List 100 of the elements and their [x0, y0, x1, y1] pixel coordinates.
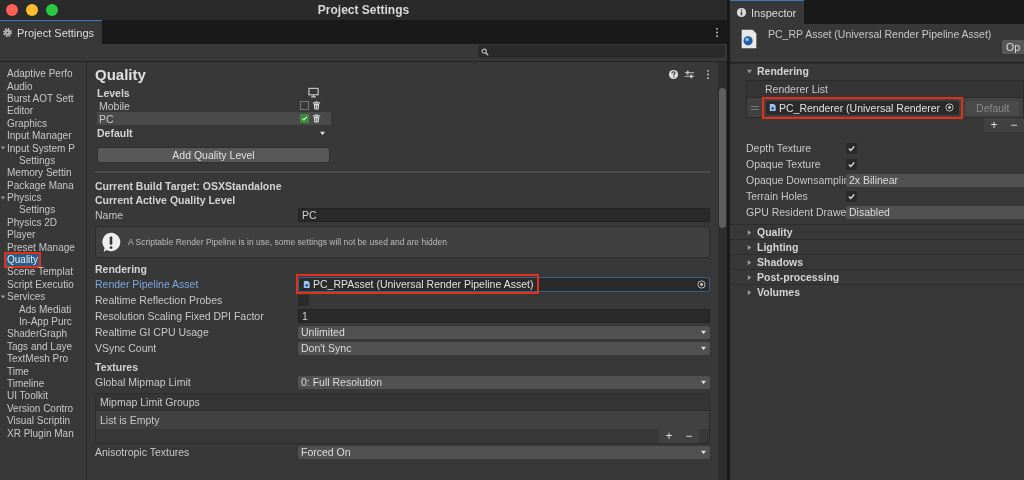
more-options-icon[interactable] — [715, 26, 719, 38]
more-options-icon[interactable] — [706, 68, 710, 80]
trash-icon[interactable] — [312, 101, 321, 110]
foldout-header[interactable]: Lighting — [730, 239, 1024, 254]
field-label: VSync Count — [95, 342, 158, 354]
field-label: Anisotropic Textures — [95, 446, 191, 458]
gear-icon — [2, 27, 13, 38]
object-picker-icon[interactable] — [697, 279, 706, 289]
sidebar-item[interactable]: Physics — [6, 192, 43, 205]
sidebar-item[interactable]: UI Toolkit — [6, 390, 49, 403]
dropdown[interactable]: Unlimited — [298, 325, 710, 339]
sidebar-item[interactable]: Package Mana — [6, 179, 75, 192]
sidebar-item[interactable]: Graphics — [6, 117, 48, 130]
minimize-window-button[interactable] — [26, 4, 38, 16]
sidebar-item[interactable]: Ads Mediati — [18, 303, 73, 316]
sidebar-item[interactable]: Timeline — [6, 377, 46, 390]
object-field[interactable]: PC_RPAsset (Universal Render Pipeline Asset) — [298, 276, 710, 292]
field-label: Resolution Scaling Fixed DPI Factor — [95, 310, 265, 322]
quality-level-row[interactable]: Mobile — [97, 99, 331, 112]
object-field-value: PC_RPAsset (Universal Render Pipeline Asset) — [313, 278, 534, 290]
expanded-triangle-icon[interactable] — [0, 194, 6, 201]
sidebar-item[interactable]: Input Manager — [6, 130, 73, 143]
sidebar-item[interactable]: Editor — [6, 105, 35, 118]
dropdown[interactable]: Disabled — [846, 205, 1024, 219]
sidebar-item[interactable]: Settings — [18, 204, 57, 217]
sidebar-item[interactable]: Visual Scriptin — [6, 415, 72, 428]
monitor-icon — [308, 87, 319, 98]
field-label: Terrain Holes — [746, 190, 809, 202]
checkbox[interactable] — [846, 142, 857, 154]
foldout-header[interactable]: Rendering — [730, 63, 1024, 78]
level-checkbox[interactable] — [300, 101, 309, 110]
inspector-tab[interactable]: Inspector — [730, 0, 805, 24]
field-label: Realtime Reflection Probes — [95, 294, 224, 306]
info-icon — [736, 7, 747, 18]
close-window-button[interactable] — [6, 4, 18, 16]
search-icon — [481, 47, 489, 56]
window-title: Project Settings — [316, 3, 411, 17]
asset-file-icon — [768, 103, 777, 112]
number-field[interactable]: 1 — [298, 309, 710, 323]
default-level-label: Default — [97, 127, 133, 139]
name-field[interactable]: PC — [298, 208, 710, 222]
trash-icon[interactable] — [312, 114, 321, 123]
sidebar-item[interactable]: Audio — [6, 80, 34, 93]
sidebar-item[interactable]: Physics 2D — [6, 216, 58, 229]
sidebar-item[interactable]: TextMesh Pro — [6, 353, 70, 366]
caret-icon — [700, 329, 707, 335]
foldout-header[interactable]: Shadows — [730, 254, 1024, 269]
sidebar-item[interactable]: Adaptive Perfo — [6, 68, 74, 81]
field-label: GPU Resident Drawe — [746, 206, 846, 218]
add-quality-level-button[interactable]: Add Quality Level — [97, 147, 330, 163]
sidebar-item[interactable]: Input System P — [6, 142, 76, 155]
checkbox[interactable] — [846, 158, 857, 170]
sliders-icon[interactable] — [684, 68, 695, 80]
sidebar-item[interactable]: Tags and Laye — [6, 340, 74, 353]
search-field[interactable] — [478, 45, 725, 58]
dropdown[interactable]: Don't Sync — [298, 341, 710, 355]
expanded-triangle-icon[interactable] — [0, 145, 6, 152]
dropdown[interactable]: Forced On — [298, 445, 710, 459]
zoom-window-button[interactable] — [46, 4, 58, 16]
foldout-header[interactable]: Quality — [730, 224, 1024, 239]
drag-handle-icon[interactable] — [751, 104, 759, 111]
add-item-button[interactable]: + — [984, 118, 1004, 132]
sidebar-item[interactable]: Version Contro — [6, 402, 75, 415]
remove-item-button[interactable]: − — [1004, 118, 1024, 132]
object-picker-icon[interactable] — [945, 103, 955, 112]
sidebar-item[interactable]: Scene Templat — [6, 266, 74, 279]
sidebar-item[interactable]: Memory Settin — [6, 167, 73, 180]
expanded-triangle-icon[interactable] — [0, 294, 6, 301]
open-button[interactable]: Op — [1002, 40, 1024, 54]
sidebar-item[interactable]: Quality — [6, 254, 40, 267]
sidebar-item[interactable]: XR Plugin Man — [6, 427, 75, 440]
caret-icon — [700, 379, 707, 385]
expanded-triangle-icon — [746, 67, 753, 75]
foldout-header[interactable]: Volumes — [730, 284, 1024, 299]
caret-icon — [700, 345, 707, 351]
checkbox[interactable] — [298, 294, 309, 306]
project-settings-tab[interactable]: Project Settings — [0, 20, 103, 44]
field-label: Name — [95, 209, 124, 221]
sidebar-item[interactable]: Script Executio — [6, 278, 75, 291]
field-label: Realtime GI CPU Usage — [95, 326, 210, 338]
sidebar-item[interactable]: Time — [6, 365, 30, 378]
foldout-header[interactable]: Post-processing — [730, 269, 1024, 284]
sidebar-item[interactable]: ShaderGraph — [6, 328, 69, 341]
quality-level-row[interactable]: PC — [97, 112, 331, 125]
scrollbar[interactable] — [718, 62, 727, 480]
caret-icon[interactable] — [319, 130, 326, 136]
sidebar-item[interactable]: In-App Purc — [18, 316, 73, 328]
help-icon[interactable] — [668, 68, 679, 80]
sidebar-item[interactable]: Burst AOT Sett — [6, 92, 75, 105]
dropdown[interactable]: 0: Full Resolution — [298, 375, 710, 389]
level-checkbox[interactable] — [300, 114, 309, 123]
add-item-button[interactable]: + — [659, 429, 679, 443]
remove-item-button[interactable]: − — [679, 429, 699, 443]
sidebar-item[interactable]: Player — [6, 229, 37, 242]
sidebar-item[interactable]: Services — [6, 291, 47, 304]
field-label: Global Mipmap Limit — [95, 376, 192, 388]
object-field[interactable]: PC_Renderer (Universal Renderer — [766, 100, 960, 115]
sidebar-item[interactable]: Preset Manage — [6, 241, 76, 254]
sidebar-item[interactable]: Settings — [18, 154, 57, 167]
checkbox[interactable] — [846, 190, 857, 202]
